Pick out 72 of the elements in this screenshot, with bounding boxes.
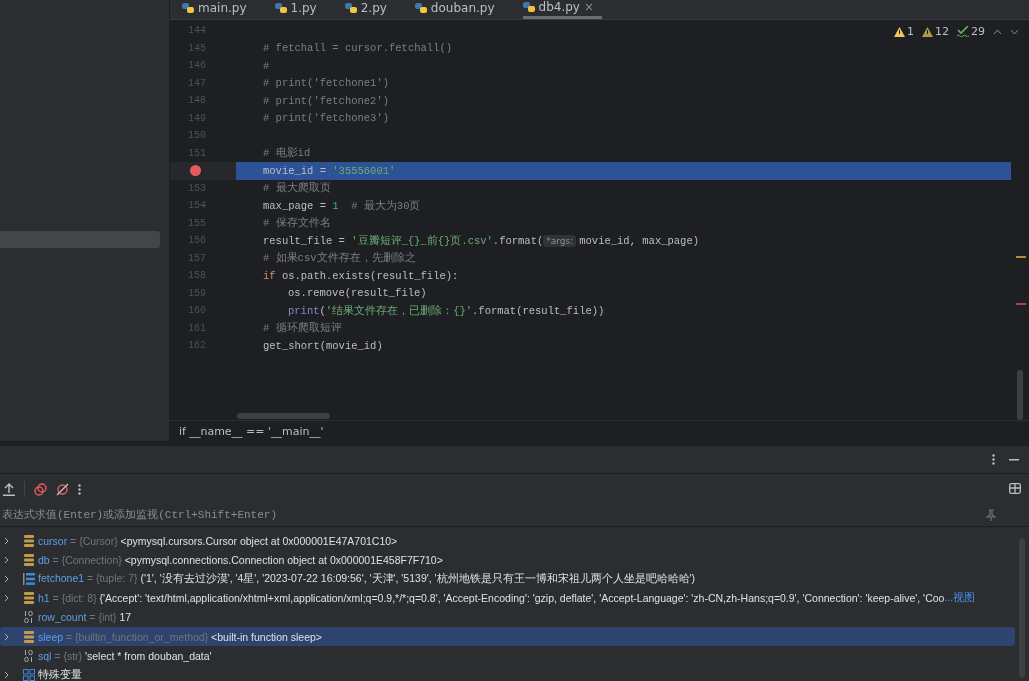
grid-icon: [22, 668, 35, 681]
editor-tab[interactable]: 1.py: [274, 0, 345, 19]
check-icon: [957, 26, 969, 37]
variable-row[interactable]: sql = {str} 'select * from douban_data': [0, 646, 1015, 666]
variable-row[interactable]: 特殊变量: [0, 665, 1015, 681]
python-file-icon: [414, 3, 427, 13]
view-link[interactable]: ...视图: [944, 591, 976, 606]
variable-entry: sleep = {builtin_function_or_method} <built-in function sleep>: [38, 630, 322, 643]
code-line: # 循环爬取短评: [262, 321, 343, 337]
scrollbar[interactable]: [237, 413, 330, 419]
editor-tab[interactable]: db4.py ×: [522, 0, 602, 19]
scrollbar[interactable]: [1017, 370, 1023, 420]
variable-row[interactable]: row_count = {int} 17: [0, 607, 1015, 627]
code-line: # print('fetchone3'): [262, 111, 391, 127]
down-chevron-icon[interactable]: [1010, 28, 1019, 35]
breakpoints-icon[interactable]: [34, 482, 47, 496]
variable-entry: row_count = {int} 17: [38, 611, 132, 624]
variable-row[interactable]: fetchone1 = {tuple: 7} ('1', '没有去过沙漠', '4星', '2023-07-22 16:09:56', '天津', '5139', '杭州地铁是只有王一博和宋祖儿两个人坐是吧哈哈哈'): [0, 569, 1015, 589]
editor-tab[interactable]: main.py: [182, 0, 275, 19]
more-icon[interactable]: [992, 454, 995, 465]
inspection-count[interactable]: 1: [894, 25, 914, 38]
code-line: # 最大爬取页: [262, 181, 332, 197]
code-line: if os.path.exists(result_file):: [262, 268, 460, 284]
inspection-count[interactable]: 29: [957, 25, 985, 38]
python-file-icon: [344, 3, 357, 13]
close-icon[interactable]: ×: [583, 0, 594, 13]
stack-icon: [23, 592, 34, 605]
code-line: # fetchall = cursor.fetchall(): [262, 41, 454, 57]
pin-icon[interactable]: [985, 509, 997, 521]
code-line: # 电影id: [262, 146, 312, 162]
variable-row[interactable]: cursor = {Cursor} <pymysql.cursors.Cursor object at 0x000001E47A701C10>: [0, 531, 1015, 551]
binary-icon: [23, 611, 34, 624]
variable-row[interactable]: sleep = {builtin_function_or_method} <built-in function sleep>: [0, 626, 1015, 647]
list-icon: [22, 572, 35, 585]
python-file-icon: [522, 1, 535, 12]
code-line: os.remove(result_file): [287, 286, 428, 302]
layout-icon[interactable]: [1009, 483, 1021, 494]
code-line: get_short(movie_id): [262, 338, 384, 354]
evaluate-field[interactable]: 表达式求值(Enter)或添加监视(Ctrl+Shift+Enter): [2, 505, 972, 525]
warning-icon: [894, 26, 905, 37]
editor-tab[interactable]: 2.py: [344, 0, 415, 19]
variable-entry: h1 = {dict: 8} {'Accept': 'text/html,application/xhtml+xml,application/xml;q=0.9,*/*;q=0.8', 'Accept-Encoding': 'gzip, deflate', 'Accept-Language': 'zh-CN,zh-Hans;q=0.9', 'Connection': 'keep-alive', 'Coo: [38, 592, 945, 605]
code-line: result_file = '豆瓣短评_{}_前{}页.csv'.format( *args: movie_id, max_page): [262, 233, 700, 249]
more-icon[interactable]: [78, 483, 81, 495]
variable-entry: 特殊变量: [38, 667, 82, 681]
code-line: # print('fetchone1'): [262, 76, 391, 92]
binary-icon: [23, 649, 34, 662]
variable-entry: sql = {str} 'select * from douban_data': [38, 649, 212, 662]
upload-icon[interactable]: [3, 482, 15, 496]
code-line: print('结果文件存在，已删除：{}'.format(result_file)): [287, 303, 606, 319]
variable-entry: cursor = {Cursor} <pymysql.cursors.Cursor object at 0x000001E47A701C10>: [38, 534, 398, 547]
variable-row[interactable]: db = {Connection} <pymysql.connections.Connection object at 0x000001E458F7F710>: [0, 550, 1015, 570]
stack-icon: [23, 534, 34, 547]
code-line: max_page = 1 # 最大为30页: [262, 198, 422, 214]
variable-entry: db = {Connection} <pymysql.connections.Connection object at 0x000001E458F7F710>: [38, 553, 443, 566]
up-chevron-icon[interactable]: [993, 28, 1002, 35]
variable-entry: fetchone1 = {tuple: 7} ('1', '没有去过沙漠', '4星', '2023-07-22 16:09:56', '天津', '5139', '杭州地铁是只有王一博和宋祖儿两个人坐是吧哈哈哈'): [38, 571, 696, 586]
code-line: # 如果csv文件存在，先删除之: [262, 251, 417, 267]
code-line: #: [262, 58, 271, 74]
code-line: # print('fetchone2'): [262, 93, 391, 109]
editor-tab[interactable]: douban.py: [414, 0, 523, 19]
minimize-icon[interactable]: [1009, 458, 1019, 461]
mute-breakpoints-icon[interactable]: [56, 482, 69, 496]
warning-icon: [922, 26, 933, 37]
breakpoint-icon[interactable]: [190, 165, 201, 177]
inspection-count[interactable]: 12: [922, 25, 949, 38]
stack-icon: [23, 630, 34, 643]
stack-icon: [23, 553, 34, 566]
code-line: # 保存文件名: [262, 216, 332, 232]
python-file-icon: [274, 3, 287, 13]
python-file-icon: [182, 3, 194, 13]
breadcrumb[interactable]: if __name__ == '__main__': [170, 420, 1029, 441]
